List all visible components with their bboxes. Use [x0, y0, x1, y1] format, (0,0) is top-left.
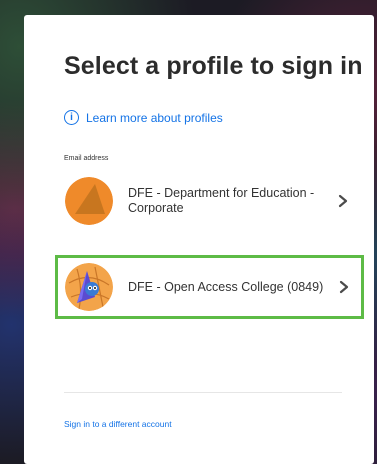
profile-name: DFE - Open Access College (0849)	[128, 279, 324, 294]
orange-triangle-avatar-icon	[65, 176, 113, 225]
learn-more-label: Learn more about profiles	[86, 110, 223, 125]
profile-name: DFE - Department for Education - Corpora…	[128, 185, 315, 215]
info-icon: i	[64, 110, 79, 125]
sign-in-different-account-link[interactable]: Sign in to a different account	[64, 419, 172, 429]
profile-item-department-for-education[interactable]: DFE - Department for Education - Corpora…	[57, 171, 360, 230]
divider	[64, 392, 342, 393]
profile-select-dialog: Select a profile to sign in i Learn more…	[24, 15, 374, 464]
dialog-title: Select a profile to sign in	[64, 52, 363, 80]
chevron-right-icon	[337, 280, 351, 294]
learn-more-link[interactable]: i Learn more about profiles	[64, 110, 223, 125]
chevron-right-icon	[336, 194, 350, 208]
email-address-label: Email address	[64, 155, 109, 162]
mascot-avatar-icon	[65, 263, 113, 311]
profile-item-open-access-college[interactable]: DFE - Open Access College (0849)	[55, 255, 364, 319]
